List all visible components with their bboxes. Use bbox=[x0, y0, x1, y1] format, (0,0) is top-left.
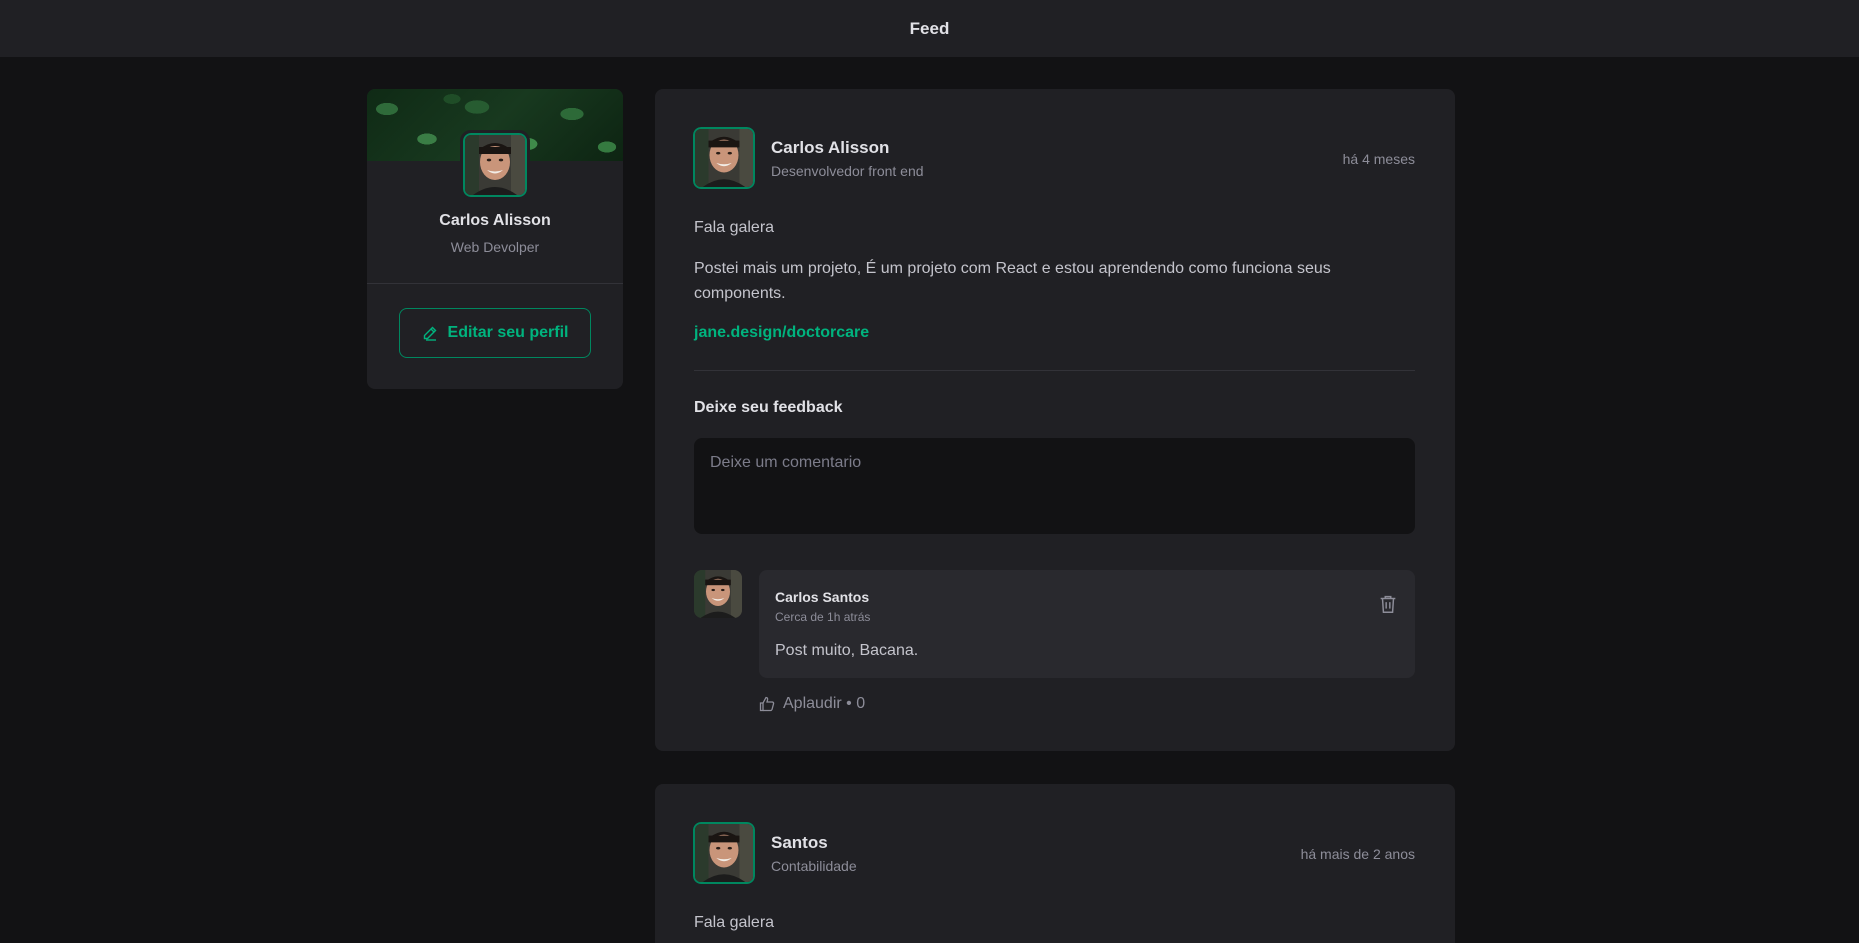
profile-name: Carlos Alisson bbox=[439, 212, 551, 229]
edit-profile-button[interactable]: Editar seu perfil bbox=[399, 308, 591, 358]
post-time: há mais de 2 anos bbox=[1300, 846, 1415, 862]
thumbs-up-icon bbox=[759, 696, 775, 712]
header-title: Feed bbox=[909, 18, 950, 38]
post-author-name: Carlos Alisson bbox=[771, 138, 890, 157]
pencil-icon bbox=[423, 326, 437, 341]
post-divider bbox=[694, 370, 1415, 371]
avatar-image bbox=[695, 824, 753, 882]
avatar[interactable] bbox=[690, 819, 758, 887]
post-paragraph: Fala galera bbox=[694, 219, 775, 236]
avatar bbox=[460, 130, 530, 200]
post-card: Santos Contabilidade há mais de 2 anos F… bbox=[655, 784, 1455, 943]
post-paragraph: Postei mais um projeto, É um projeto com… bbox=[694, 260, 1331, 302]
trash-icon[interactable] bbox=[1377, 593, 1399, 615]
post-paragraph: Fala galera bbox=[694, 914, 775, 931]
top-header: Feed bbox=[0, 0, 1859, 57]
post-author-name: Santos bbox=[771, 833, 828, 852]
post-author-role: Desenvolvedor front end bbox=[771, 163, 924, 179]
post-time: há 4 meses bbox=[1342, 151, 1415, 167]
comment-avatar[interactable] bbox=[694, 570, 742, 618]
comment-box: Carlos Santos Cerca de 1h atrás Post mui… bbox=[759, 570, 1415, 678]
avatar-image bbox=[694, 570, 742, 618]
comment-text: Post muito, Bacana. bbox=[775, 642, 919, 659]
comment-time: Cerca de 1h atrás bbox=[775, 610, 871, 624]
post-card: Carlos Alisson Desenvolvedor front end h… bbox=[655, 89, 1455, 751]
sidebar-divider bbox=[367, 283, 623, 284]
avatar[interactable] bbox=[690, 124, 758, 192]
post-link[interactable]: jane.design/doctorcare bbox=[694, 324, 869, 342]
avatar-image bbox=[695, 129, 753, 187]
profile-sidebar: Carlos Alisson Web Devolper Editar seu p… bbox=[367, 89, 623, 389]
avatar-image bbox=[465, 135, 525, 195]
applaud-label: Aplaudir • 0 bbox=[783, 695, 866, 712]
applaud-button[interactable]: Aplaudir • 0 bbox=[759, 695, 865, 713]
comment-author: Carlos Santos bbox=[775, 589, 870, 605]
feedback-title: Deixe seu feedback bbox=[694, 399, 843, 416]
post-author-role: Contabilidade bbox=[771, 858, 857, 874]
comment-input[interactable] bbox=[694, 438, 1415, 534]
profile-role: Web Devolper bbox=[450, 239, 540, 255]
edit-profile-label: Editar seu perfil bbox=[447, 324, 569, 341]
